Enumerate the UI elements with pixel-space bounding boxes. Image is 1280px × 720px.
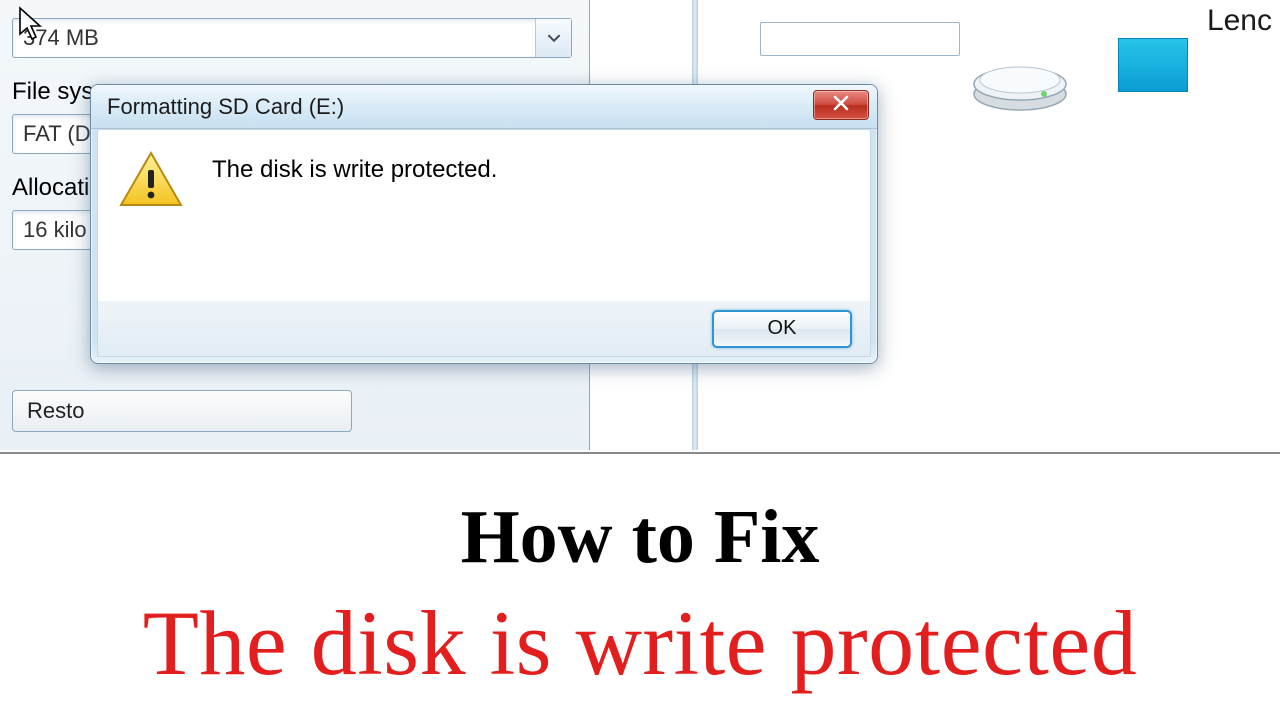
restore-label: Resto: [27, 398, 84, 424]
error-dialog: Formatting SD Card (E:) The disk is writ: [90, 84, 878, 364]
horizontal-rule: [0, 452, 1280, 454]
drive-thumbnail-icon: [1118, 38, 1188, 92]
caption-line-2: The disk is write protected: [0, 590, 1280, 696]
filesystem-label: File sys: [12, 78, 93, 106]
hard-drive-icon: [970, 50, 1070, 114]
close-icon: [832, 94, 850, 117]
allocation-label: Allocati: [12, 174, 89, 202]
drive-label-partial: Lenc: [1207, 4, 1272, 38]
allocation-value: 16 kilo: [23, 217, 87, 243]
dialog-body: The disk is write protected.: [97, 129, 871, 303]
ok-label: OK: [768, 317, 797, 340]
chevron-down-icon: [535, 19, 571, 57]
dialog-title: Formatting SD Card (E:): [107, 94, 344, 120]
close-button[interactable]: [813, 90, 869, 120]
warning-icon: [118, 150, 184, 215]
filesystem-value: FAT (D: [23, 121, 91, 147]
restore-defaults-button[interactable]: Resto: [12, 390, 352, 432]
address-field[interactable]: [760, 22, 960, 56]
mouse-cursor-icon: [18, 6, 46, 47]
dialog-message: The disk is write protected.: [212, 150, 497, 184]
capacity-dropdown[interactable]: 374 MB: [12, 18, 572, 58]
ok-button[interactable]: OK: [712, 310, 852, 348]
caption-line-1: How to Fix: [0, 494, 1280, 581]
dialog-titlebar[interactable]: Formatting SD Card (E:): [91, 85, 877, 129]
dialog-footer: OK: [97, 301, 871, 357]
